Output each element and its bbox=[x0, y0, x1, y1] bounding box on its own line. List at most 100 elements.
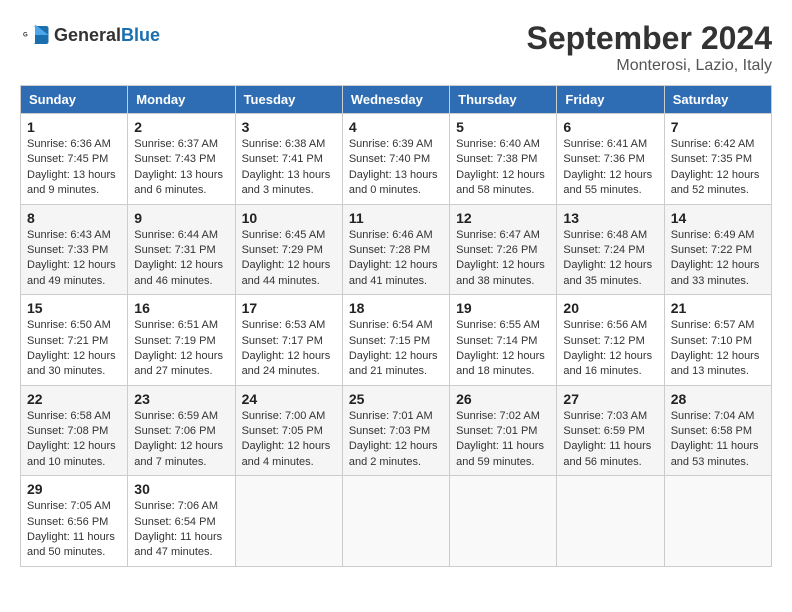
day-number: 17 bbox=[242, 300, 336, 316]
day-number: 28 bbox=[671, 391, 765, 407]
day-detail: Sunrise: 6:48 AM Sunset: 7:24 PM Dayligh… bbox=[563, 228, 657, 290]
title-block: September 2024 Monterosi, Lazio, Italy bbox=[527, 20, 772, 75]
day-number: 27 bbox=[563, 391, 657, 407]
calendar-cell: 6 Sunrise: 6:41 AM Sunset: 7:36 PM Dayli… bbox=[557, 114, 664, 205]
calendar-cell: 4 Sunrise: 6:39 AM Sunset: 7:40 PM Dayli… bbox=[342, 114, 449, 205]
day-number: 21 bbox=[671, 300, 765, 316]
calendar-cell: 9 Sunrise: 6:44 AM Sunset: 7:31 PM Dayli… bbox=[128, 204, 235, 295]
day-detail: Sunrise: 7:04 AM Sunset: 6:58 PM Dayligh… bbox=[671, 409, 765, 471]
calendar-cell: 21 Sunrise: 6:57 AM Sunset: 7:10 PM Dayl… bbox=[664, 295, 771, 386]
calendar-cell bbox=[235, 476, 342, 567]
day-number: 18 bbox=[349, 300, 443, 316]
day-detail: Sunrise: 6:49 AM Sunset: 7:22 PM Dayligh… bbox=[671, 228, 765, 290]
col-tuesday: Tuesday bbox=[235, 86, 342, 114]
day-number: 25 bbox=[349, 391, 443, 407]
day-detail: Sunrise: 6:46 AM Sunset: 7:28 PM Dayligh… bbox=[349, 228, 443, 290]
day-number: 13 bbox=[563, 210, 657, 226]
calendar-cell: 10 Sunrise: 6:45 AM Sunset: 7:29 PM Dayl… bbox=[235, 204, 342, 295]
col-friday: Friday bbox=[557, 86, 664, 114]
calendar-cell: 28 Sunrise: 7:04 AM Sunset: 6:58 PM Dayl… bbox=[664, 385, 771, 476]
calendar-cell: 27 Sunrise: 7:03 AM Sunset: 6:59 PM Dayl… bbox=[557, 385, 664, 476]
logo-icon: G bbox=[20, 20, 50, 50]
day-number: 11 bbox=[349, 210, 443, 226]
col-thursday: Thursday bbox=[450, 86, 557, 114]
calendar-cell: 11 Sunrise: 6:46 AM Sunset: 7:28 PM Dayl… bbox=[342, 204, 449, 295]
calendar-cell: 7 Sunrise: 6:42 AM Sunset: 7:35 PM Dayli… bbox=[664, 114, 771, 205]
logo-blue: Blue bbox=[121, 25, 160, 45]
calendar-cell: 25 Sunrise: 7:01 AM Sunset: 7:03 PM Dayl… bbox=[342, 385, 449, 476]
day-number: 29 bbox=[27, 481, 121, 497]
day-detail: Sunrise: 7:02 AM Sunset: 7:01 PM Dayligh… bbox=[456, 409, 550, 471]
calendar-cell: 24 Sunrise: 7:00 AM Sunset: 7:05 PM Dayl… bbox=[235, 385, 342, 476]
day-detail: Sunrise: 7:03 AM Sunset: 6:59 PM Dayligh… bbox=[563, 409, 657, 471]
day-detail: Sunrise: 6:43 AM Sunset: 7:33 PM Dayligh… bbox=[27, 228, 121, 290]
calendar-cell: 17 Sunrise: 6:53 AM Sunset: 7:17 PM Dayl… bbox=[235, 295, 342, 386]
col-wednesday: Wednesday bbox=[342, 86, 449, 114]
day-number: 20 bbox=[563, 300, 657, 316]
col-sunday: Sunday bbox=[21, 86, 128, 114]
logo-general: General bbox=[54, 25, 121, 45]
calendar-cell: 18 Sunrise: 6:54 AM Sunset: 7:15 PM Dayl… bbox=[342, 295, 449, 386]
day-number: 24 bbox=[242, 391, 336, 407]
day-detail: Sunrise: 6:58 AM Sunset: 7:08 PM Dayligh… bbox=[27, 409, 121, 471]
day-number: 8 bbox=[27, 210, 121, 226]
calendar-cell bbox=[342, 476, 449, 567]
day-number: 23 bbox=[134, 391, 228, 407]
day-number: 22 bbox=[27, 391, 121, 407]
day-detail: Sunrise: 6:54 AM Sunset: 7:15 PM Dayligh… bbox=[349, 318, 443, 380]
day-number: 6 bbox=[563, 119, 657, 135]
day-number: 10 bbox=[242, 210, 336, 226]
day-detail: Sunrise: 7:05 AM Sunset: 6:56 PM Dayligh… bbox=[27, 499, 121, 561]
day-detail: Sunrise: 7:00 AM Sunset: 7:05 PM Dayligh… bbox=[242, 409, 336, 471]
day-detail: Sunrise: 7:01 AM Sunset: 7:03 PM Dayligh… bbox=[349, 409, 443, 471]
calendar-cell: 1 Sunrise: 6:36 AM Sunset: 7:45 PM Dayli… bbox=[21, 114, 128, 205]
day-detail: Sunrise: 6:37 AM Sunset: 7:43 PM Dayligh… bbox=[134, 137, 228, 199]
calendar-cell: 13 Sunrise: 6:48 AM Sunset: 7:24 PM Dayl… bbox=[557, 204, 664, 295]
col-saturday: Saturday bbox=[664, 86, 771, 114]
calendar-cell: 29 Sunrise: 7:05 AM Sunset: 6:56 PM Dayl… bbox=[21, 476, 128, 567]
calendar-cell: 22 Sunrise: 6:58 AM Sunset: 7:08 PM Dayl… bbox=[21, 385, 128, 476]
logo-text: GeneralBlue bbox=[54, 25, 160, 46]
day-detail: Sunrise: 6:44 AM Sunset: 7:31 PM Dayligh… bbox=[134, 228, 228, 290]
calendar-cell: 5 Sunrise: 6:40 AM Sunset: 7:38 PM Dayli… bbox=[450, 114, 557, 205]
calendar-cell bbox=[557, 476, 664, 567]
calendar-cell: 26 Sunrise: 7:02 AM Sunset: 7:01 PM Dayl… bbox=[450, 385, 557, 476]
day-detail: Sunrise: 6:45 AM Sunset: 7:29 PM Dayligh… bbox=[242, 228, 336, 290]
svg-text:G: G bbox=[23, 33, 28, 39]
logo: G GeneralBlue bbox=[20, 20, 160, 50]
location-title: Monterosi, Lazio, Italy bbox=[527, 57, 772, 75]
day-detail: Sunrise: 6:42 AM Sunset: 7:35 PM Dayligh… bbox=[671, 137, 765, 199]
day-number: 3 bbox=[242, 119, 336, 135]
day-detail: Sunrise: 6:36 AM Sunset: 7:45 PM Dayligh… bbox=[27, 137, 121, 199]
day-number: 15 bbox=[27, 300, 121, 316]
calendar-cell: 3 Sunrise: 6:38 AM Sunset: 7:41 PM Dayli… bbox=[235, 114, 342, 205]
day-detail: Sunrise: 6:59 AM Sunset: 7:06 PM Dayligh… bbox=[134, 409, 228, 471]
day-detail: Sunrise: 6:38 AM Sunset: 7:41 PM Dayligh… bbox=[242, 137, 336, 199]
day-number: 12 bbox=[456, 210, 550, 226]
day-number: 4 bbox=[349, 119, 443, 135]
day-detail: Sunrise: 6:53 AM Sunset: 7:17 PM Dayligh… bbox=[242, 318, 336, 380]
calendar-cell bbox=[664, 476, 771, 567]
day-number: 30 bbox=[134, 481, 228, 497]
calendar-cell: 30 Sunrise: 7:06 AM Sunset: 6:54 PM Dayl… bbox=[128, 476, 235, 567]
day-detail: Sunrise: 6:50 AM Sunset: 7:21 PM Dayligh… bbox=[27, 318, 121, 380]
calendar-cell: 2 Sunrise: 6:37 AM Sunset: 7:43 PM Dayli… bbox=[128, 114, 235, 205]
day-number: 9 bbox=[134, 210, 228, 226]
calendar-cell: 15 Sunrise: 6:50 AM Sunset: 7:21 PM Dayl… bbox=[21, 295, 128, 386]
calendar-cell: 12 Sunrise: 6:47 AM Sunset: 7:26 PM Dayl… bbox=[450, 204, 557, 295]
day-detail: Sunrise: 6:40 AM Sunset: 7:38 PM Dayligh… bbox=[456, 137, 550, 199]
calendar-cell: 14 Sunrise: 6:49 AM Sunset: 7:22 PM Dayl… bbox=[664, 204, 771, 295]
day-number: 16 bbox=[134, 300, 228, 316]
day-number: 26 bbox=[456, 391, 550, 407]
page-header: G GeneralBlue September 2024 Monterosi, … bbox=[20, 20, 772, 75]
day-detail: Sunrise: 7:06 AM Sunset: 6:54 PM Dayligh… bbox=[134, 499, 228, 561]
day-number: 19 bbox=[456, 300, 550, 316]
calendar-cell: 19 Sunrise: 6:55 AM Sunset: 7:14 PM Dayl… bbox=[450, 295, 557, 386]
col-monday: Monday bbox=[128, 86, 235, 114]
day-detail: Sunrise: 6:57 AM Sunset: 7:10 PM Dayligh… bbox=[671, 318, 765, 380]
day-number: 7 bbox=[671, 119, 765, 135]
day-detail: Sunrise: 6:41 AM Sunset: 7:36 PM Dayligh… bbox=[563, 137, 657, 199]
day-number: 1 bbox=[27, 119, 121, 135]
day-number: 14 bbox=[671, 210, 765, 226]
calendar-cell: 8 Sunrise: 6:43 AM Sunset: 7:33 PM Dayli… bbox=[21, 204, 128, 295]
